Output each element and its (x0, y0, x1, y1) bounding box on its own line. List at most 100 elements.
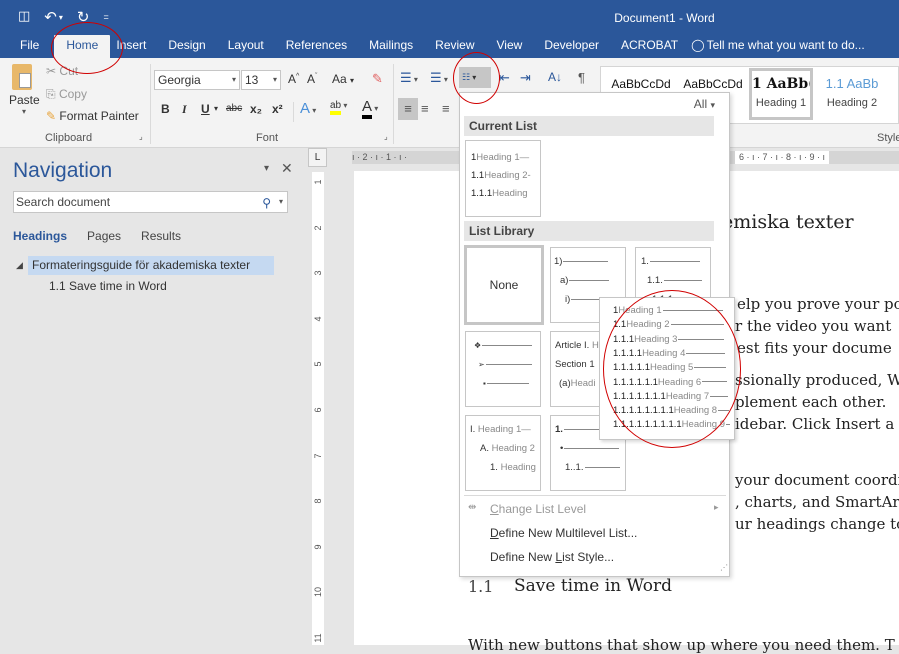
italic-button[interactable]: I (182, 102, 187, 117)
highlight-button[interactable]: ab ▾ (330, 100, 347, 115)
subscript-button[interactable]: x₂ (250, 102, 262, 116)
tab-design[interactable]: Design (157, 35, 216, 58)
paragraph-line: plement each other. (735, 393, 887, 411)
text-effects-button[interactable]: A ▾ (300, 100, 316, 117)
search-icon[interactable]: ⚲ (262, 193, 271, 213)
paintbrush-icon: ✎ (46, 109, 57, 123)
submenu-arrow-icon: ▸ (714, 502, 719, 512)
tab-layout[interactable]: Layout (217, 35, 275, 58)
chevron-down-icon[interactable]: ▾ (279, 192, 283, 212)
format-painter-button[interactable]: ✎ Format Painter (46, 109, 139, 123)
navigation-pane: Navigation ▾ ✕ Search document ⚲ ▾ Headi… (0, 148, 305, 645)
tab-references[interactable]: References (275, 35, 358, 58)
menu-divider (464, 495, 726, 496)
font-family-select[interactable]: Georgia ▾ (154, 70, 240, 90)
lightbulb-icon: ◯ (691, 38, 705, 52)
define-new-multilevel-list-item[interactable]: Define New Multilevel List... (490, 526, 637, 540)
font-size-select[interactable]: 13 ▾ (241, 70, 281, 90)
ruler-left-marks: ı · 2 · ı · 1 · ı · (352, 152, 408, 162)
clear-formatting-button[interactable]: ✎ (372, 71, 383, 87)
list-roman-style[interactable]: I. Heading 1— A. Heading 2 1. Heading (465, 415, 541, 491)
heading-item[interactable]: Formateringsguide för akademiska texter (28, 256, 274, 275)
change-case-button[interactable]: Aa ▾ (332, 72, 354, 86)
paragraph-line: , charts, and SmartArt (735, 493, 899, 511)
tab-mailings[interactable]: Mailings (358, 35, 424, 58)
paragraph-line: est fits your docume (737, 339, 892, 357)
scissors-icon: ✂ (46, 64, 57, 78)
copy-button[interactable]: ⎘ Copy (46, 87, 87, 102)
underline-dropdown[interactable]: ▾ (214, 104, 218, 113)
current-list-thumbnail[interactable]: 1Heading 1— 1.1Heading 2- 1.1.1Heading (465, 140, 541, 217)
ruler-right-marks: 6 · ı · 7 · ı · 8 · ı · 9 · ı (735, 151, 830, 164)
search-placeholder: Search document (16, 195, 111, 209)
paragraph-line: With new buttons that show up where you … (468, 636, 895, 654)
ruler-number: 1 (313, 179, 323, 185)
paragraph-line: ur headings change to (735, 515, 899, 533)
tab-selector[interactable]: L (308, 148, 327, 167)
strikethrough-button[interactable]: abc (226, 103, 242, 114)
ruler-number: 6 (313, 407, 323, 413)
group-separator (150, 64, 151, 144)
annotation-circle (603, 290, 741, 448)
tab-pages[interactable]: Pages (87, 229, 121, 243)
define-new-list-style-item[interactable]: Define New List Style... (490, 550, 614, 564)
paste-button[interactable]: Paste ▾ (9, 64, 40, 122)
search-document-input[interactable]: Search document ⚲ ▾ (13, 191, 288, 213)
sort-button[interactable]: A↓ (548, 70, 562, 84)
shrink-font-button[interactable]: Aˇ (307, 72, 317, 86)
paragraph-line: your document coordi (735, 471, 899, 489)
tab-view[interactable]: View (486, 35, 534, 58)
tell-me-input[interactable]: Tell me what you want to do... (707, 35, 865, 58)
ruler-number: 8 (313, 498, 323, 504)
list-library-header: List Library (464, 221, 714, 241)
list-none[interactable]: None (464, 245, 544, 325)
tab-developer[interactable]: Developer (533, 35, 610, 58)
annotation-circle (51, 22, 123, 74)
vertical-ruler[interactable]: L 1 2 3 4 5 6 7 8 9 10 11 (305, 148, 327, 645)
bullets-button[interactable]: ☰ ▾ (400, 70, 418, 86)
superscript-button[interactable]: x² (272, 102, 283, 116)
heading-item[interactable]: 1.1 Save time in Word (49, 279, 167, 293)
bold-button[interactable]: B (161, 102, 170, 116)
navigation-title: Navigation (13, 159, 113, 182)
title-bar: ◫ ↶ ▾ ↻ = Document1 - Word (0, 0, 899, 35)
font-group-label: Font (256, 132, 279, 144)
tab-headings[interactable]: Headings (13, 229, 67, 243)
increase-indent-button[interactable]: ⇥ (520, 70, 531, 86)
document-title: emiska texter (722, 211, 854, 233)
underline-button[interactable]: U (201, 102, 210, 116)
close-icon[interactable]: ✕ (281, 160, 293, 177)
filter-dropdown[interactable]: All ▾ (694, 97, 715, 111)
ribbon-tabs: File Home Insert Design Layout Reference… (0, 35, 899, 58)
numbering-button[interactable]: ☰ ▾ (430, 70, 448, 86)
grow-font-button[interactable]: A^ (288, 72, 299, 86)
clipboard-group-label: Clipboard (45, 132, 93, 144)
change-list-level-item: Change List Level (490, 502, 587, 516)
tab-acrobat[interactable]: ACROBAT (610, 35, 689, 58)
list-bullet-style[interactable]: ❖ ➢ ▪ (465, 331, 541, 407)
pane-options-icon[interactable]: ▾ (264, 163, 269, 174)
clipboard-launcher-icon[interactable]: ⌟ (139, 132, 143, 141)
paragraph-line: r the video you want (735, 317, 892, 335)
font-color-button[interactable]: A ▾ (362, 98, 378, 119)
clipboard-icon (12, 64, 32, 90)
resize-grip-icon[interactable]: ⋰ (720, 563, 728, 572)
style-heading-1[interactable]: 1 AaBb(Heading 1 (749, 68, 813, 120)
ribbon-home: Paste ▾ ✂ Cut ⎘ Copy ✎ Format Painter Cl… (0, 58, 899, 148)
tab-file[interactable]: File (0, 35, 50, 58)
align-center-button[interactable]: ≡ (421, 98, 429, 120)
decrease-indent-button[interactable]: ⇤ (499, 70, 510, 86)
align-right-button[interactable]: ≡ (442, 98, 450, 120)
separator (293, 102, 294, 122)
align-left-button[interactable]: ≡ (398, 98, 418, 120)
tab-results[interactable]: Results (141, 229, 181, 243)
paste-dropdown[interactable]: ▾ (9, 107, 39, 116)
show-formatting-button[interactable]: ¶ (578, 70, 585, 85)
style-heading-2[interactable]: 1.1 AaBb Heading 2 (819, 71, 885, 109)
font-launcher-icon[interactable]: ⌟ (384, 132, 388, 141)
styles-group-label: Styles (877, 132, 899, 144)
copy-icon: ⎘ (46, 87, 56, 101)
chevron-down-icon: ▾ (272, 75, 277, 84)
paragraph-line: idebar. Click Insert a (735, 415, 895, 433)
collapse-triangle-icon[interactable]: ◢ (16, 260, 23, 271)
